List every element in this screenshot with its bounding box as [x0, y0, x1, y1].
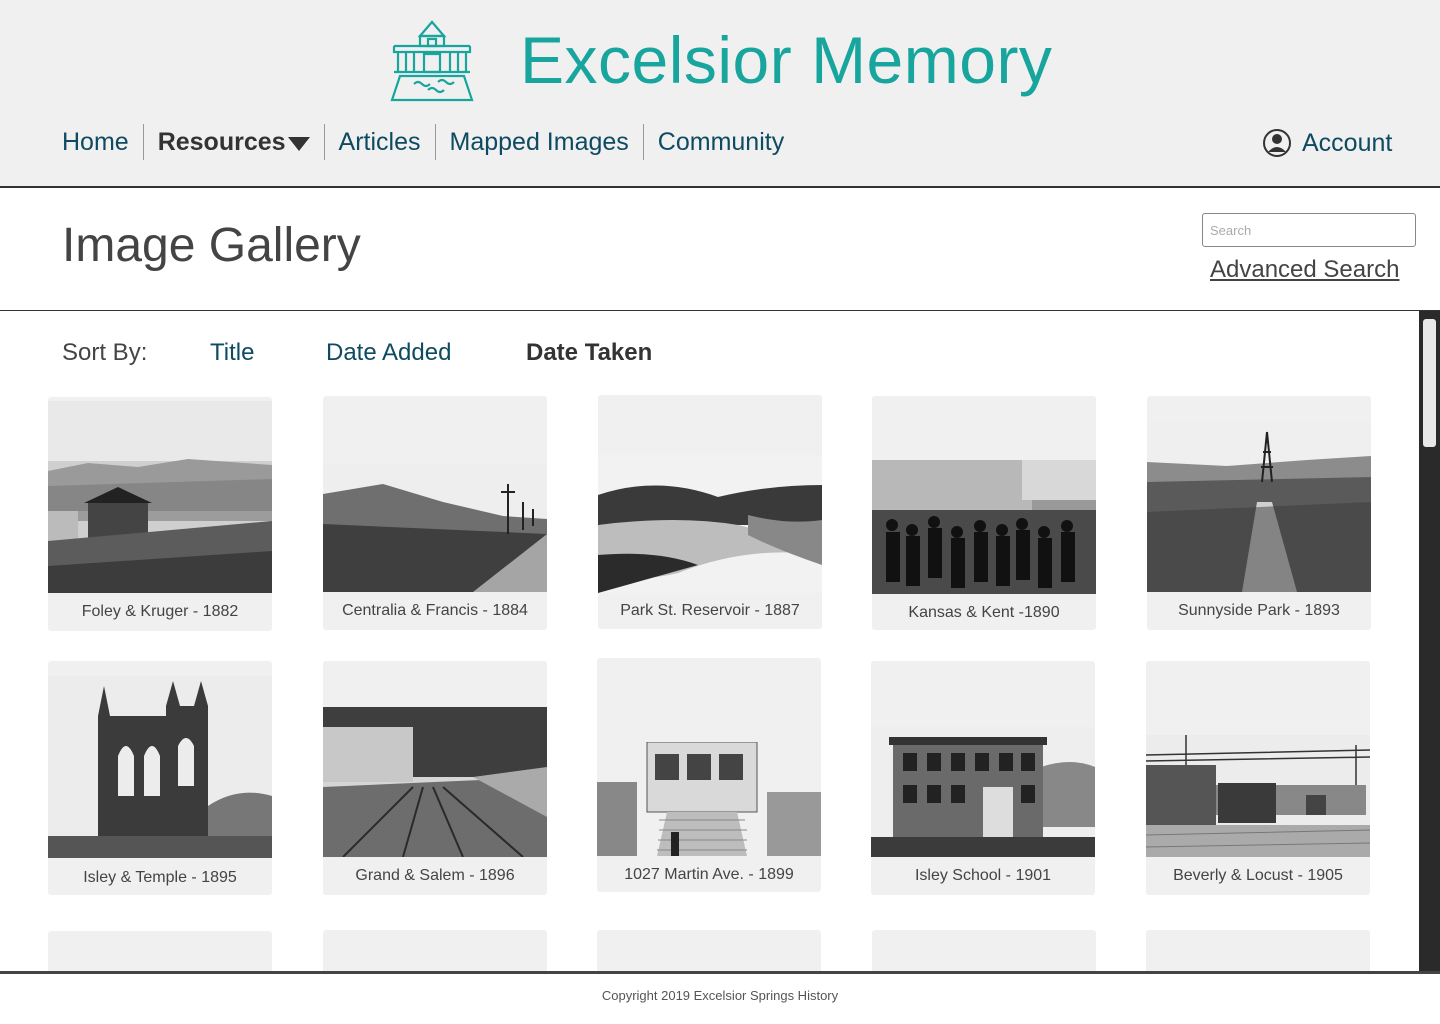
gallery-photo — [871, 727, 1095, 857]
gallery-caption: Isley School - 1901 — [914, 867, 1052, 884]
gallery-photo — [872, 460, 1096, 594]
gallery-card[interactable] — [1146, 930, 1370, 971]
site-title: Excelsior Memory — [520, 23, 1053, 97]
gallery-caption: Foley & Kruger - 1882 — [81, 603, 239, 620]
gallery-caption: Sunnyside Park - 1893 — [1178, 602, 1340, 619]
gallery-photo — [597, 742, 821, 856]
site-header: Excelsior Memory Home Resources Articles… — [0, 0, 1440, 188]
gallery-card[interactable]: Foley & Kruger - 1882 — [48, 397, 272, 631]
gallery-card[interactable] — [872, 930, 1096, 971]
nav-resources-label: Resources — [157, 128, 286, 156]
gallery-card[interactable] — [597, 930, 821, 971]
building-icon[interactable] — [390, 20, 474, 102]
nav-articles-label: Articles — [338, 128, 421, 156]
gallery-photo — [48, 676, 272, 858]
nav-articles[interactable]: Articles — [323, 124, 435, 160]
nav-home-label: Home — [62, 128, 129, 156]
gallery-caption: Beverly & Locust - 1905 — [1173, 867, 1343, 884]
nav-mapped-images[interactable]: Mapped Images — [434, 124, 643, 160]
account-label: Account — [1302, 128, 1393, 157]
scroll-thumb[interactable] — [1423, 319, 1436, 447]
footer-copyright: Copyright 2019 Excelsior Springs History — [601, 988, 839, 1003]
sort-date-added-option[interactable]: Date Added — [326, 339, 451, 367]
gallery-photo — [1147, 422, 1371, 592]
nav-community[interactable]: Community — [642, 124, 798, 160]
advanced-search-link[interactable]: Advanced Search — [1210, 256, 1399, 284]
gallery-card[interactable] — [323, 930, 547, 971]
search-input[interactable] — [1202, 213, 1416, 247]
nav-resources[interactable]: Resources — [142, 124, 324, 160]
nav-home[interactable]: Home — [48, 124, 143, 160]
sort-label: Sort By: — [62, 339, 148, 366]
gallery-caption: 1027 Martin Ave. - 1899 — [624, 866, 794, 883]
user-circle-icon — [1263, 129, 1291, 157]
page-title-bar: Image Gallery Advanced Search — [0, 188, 1440, 311]
main-nav: Home Resources Articles Mapped Images Co… — [48, 120, 798, 164]
gallery-card[interactable]: Isley & Temple - 1895 — [48, 661, 272, 895]
gallery-caption: Grand & Salem - 1896 — [355, 867, 515, 884]
gallery-photo — [323, 707, 547, 857]
page-title: Image Gallery — [62, 219, 361, 272]
sort-title-option[interactable]: Title — [210, 339, 254, 367]
gallery-card[interactable]: Park St. Reservoir - 1887 — [598, 395, 822, 629]
gallery-photo — [1146, 735, 1370, 857]
account-link[interactable]: Account — [1262, 128, 1392, 158]
content-scrollbar[interactable] — [1419, 311, 1440, 971]
gallery-caption: Park St. Reservoir - 1887 — [620, 602, 800, 619]
footer-divider — [0, 971, 1440, 974]
nav-community-label: Community — [657, 128, 785, 156]
gallery-card[interactable]: Centralia & Francis - 1884 — [323, 396, 547, 630]
gallery-caption: Isley & Temple - 1895 — [83, 869, 237, 886]
gallery-card[interactable] — [48, 931, 272, 971]
gallery-caption: Kansas & Kent -1890 — [908, 604, 1060, 621]
gallery-content: Sort By: Title Date Added Date Taken Fol… — [0, 311, 1420, 971]
gallery-photo — [598, 455, 822, 593]
sort-date-taken-option[interactable]: Date Taken — [526, 339, 652, 367]
gallery-photo — [48, 401, 272, 593]
gallery-card[interactable]: Grand & Salem - 1896 — [323, 661, 547, 895]
caret-down-icon — [287, 137, 310, 151]
gallery-card[interactable]: Kansas & Kent -1890 — [872, 396, 1096, 630]
gallery-card[interactable]: Sunnyside Park - 1893 — [1147, 396, 1371, 630]
gallery-card[interactable]: 1027 Martin Ave. - 1899 — [597, 658, 821, 892]
gallery-photo — [323, 464, 547, 592]
gallery-caption: Centralia & Francis - 1884 — [342, 602, 528, 619]
gallery-card[interactable]: Isley School - 1901 — [871, 661, 1095, 895]
nav-mapped-images-label: Mapped Images — [449, 128, 629, 156]
gallery-card[interactable]: Beverly & Locust - 1905 — [1146, 661, 1370, 895]
